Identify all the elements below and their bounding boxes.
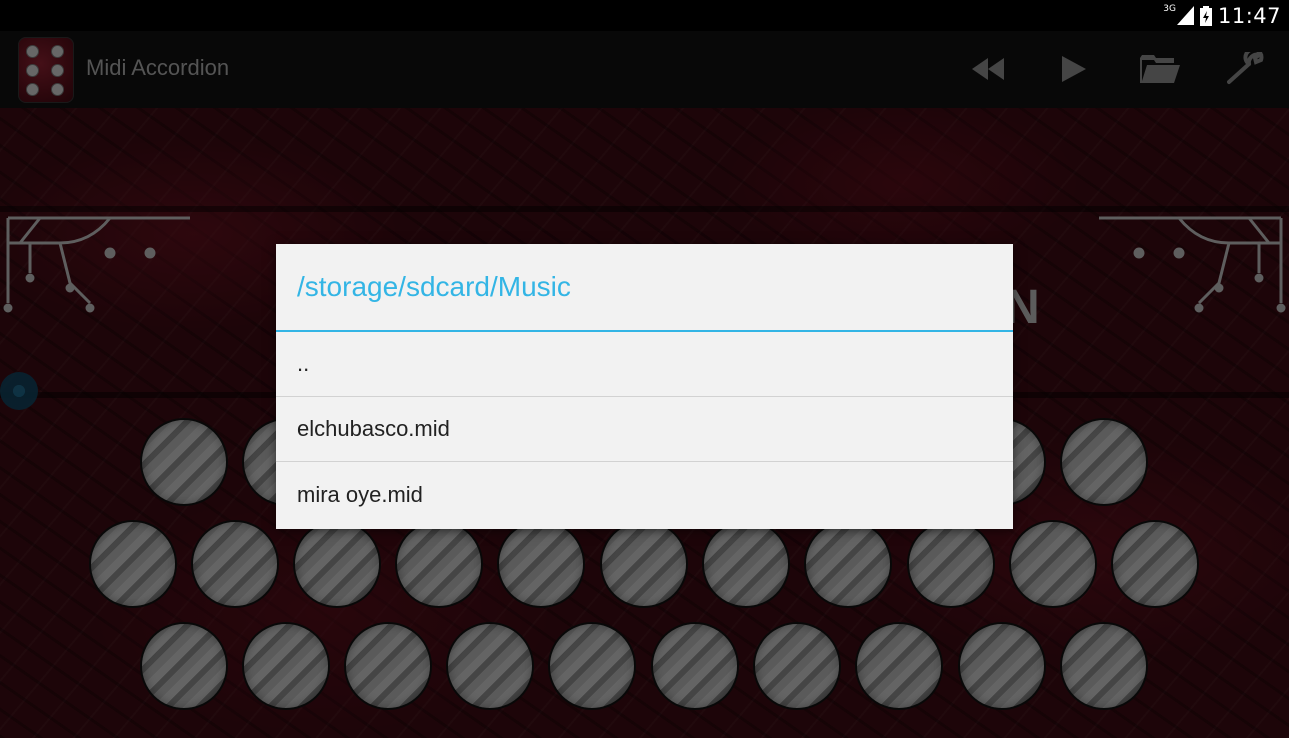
status-icons: 3G 11:47: [1163, 0, 1281, 31]
file-item-mira-oye[interactable]: mira oye.mid: [276, 462, 1013, 527]
signal-icon: [1176, 6, 1194, 25]
parent-directory-item[interactable]: ..: [276, 332, 1013, 397]
clock: 11:47: [1217, 3, 1281, 28]
file-chooser-dialog: /storage/sdcard/Music .. elchubasco.mid …: [276, 244, 1013, 529]
dialog-title-path: /storage/sdcard/Music: [276, 244, 1013, 332]
file-item-elchubasco[interactable]: elchubasco.mid: [276, 397, 1013, 462]
status-bar: 3G 11:47: [0, 0, 1289, 31]
network-type-label: 3G: [1163, 3, 1176, 14]
battery-icon: [1199, 5, 1212, 26]
